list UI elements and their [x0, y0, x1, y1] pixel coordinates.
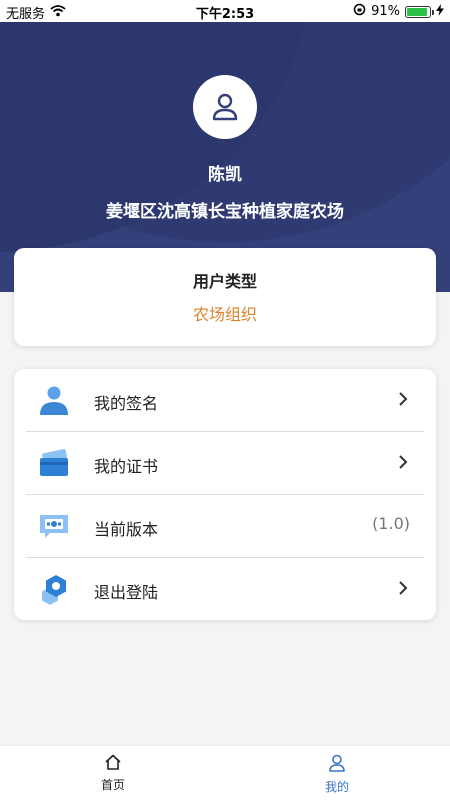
chevron-right-icon — [398, 580, 408, 600]
status-bar: 无服务 下午2:53 91% — [0, 0, 450, 22]
user-name: 陈凯 — [208, 165, 242, 185]
person-icon — [329, 754, 345, 772]
menu-item-certificate[interactable]: 我的证书 — [14, 432, 436, 494]
menu-item-label: 我的证书 — [94, 457, 159, 476]
menu-card: 我的签名 我的证书 当前版本 (1.0) 退出登陆 — [14, 369, 436, 620]
signature-person-icon — [38, 384, 70, 416]
logout-hexagon-icon — [38, 573, 70, 605]
menu-item-label: 退出登陆 — [94, 583, 159, 602]
battery-percent: 91% — [371, 4, 400, 19]
tab-home[interactable]: 首页 — [83, 754, 143, 793]
version-value: (1.0) — [372, 514, 410, 533]
user-type-value: 农场组织 — [192, 305, 257, 324]
menu-item-label: 我的签名 — [94, 394, 159, 413]
user-organization: 姜堰区沈高镇长宝种植家庭农场 — [106, 202, 344, 222]
chevron-right-icon — [398, 391, 408, 411]
user-type-card: 用户类型 农场组织 — [14, 248, 436, 346]
version-chat-icon — [38, 510, 70, 542]
certificate-card-icon — [38, 447, 70, 479]
tab-label: 我的 — [324, 780, 349, 794]
menu-item-label: 当前版本 — [94, 520, 159, 539]
menu-item-logout[interactable]: 退出登陆 — [14, 558, 436, 620]
tab-mine[interactable]: 我的 — [307, 754, 367, 795]
avatar[interactable] — [193, 75, 257, 139]
chevron-right-icon — [398, 454, 408, 474]
charging-icon — [436, 3, 444, 20]
battery-icon — [405, 5, 434, 18]
orientation-lock-icon — [353, 3, 366, 20]
user-avatar-icon — [212, 93, 238, 121]
tab-label: 首页 — [100, 778, 125, 792]
tab-bar: 首页 我的 — [0, 745, 450, 800]
home-icon — [105, 754, 121, 770]
menu-item-version[interactable]: 当前版本 (1.0) — [14, 495, 436, 557]
user-type-title: 用户类型 — [192, 272, 257, 291]
menu-item-signature[interactable]: 我的签名 — [14, 369, 436, 431]
